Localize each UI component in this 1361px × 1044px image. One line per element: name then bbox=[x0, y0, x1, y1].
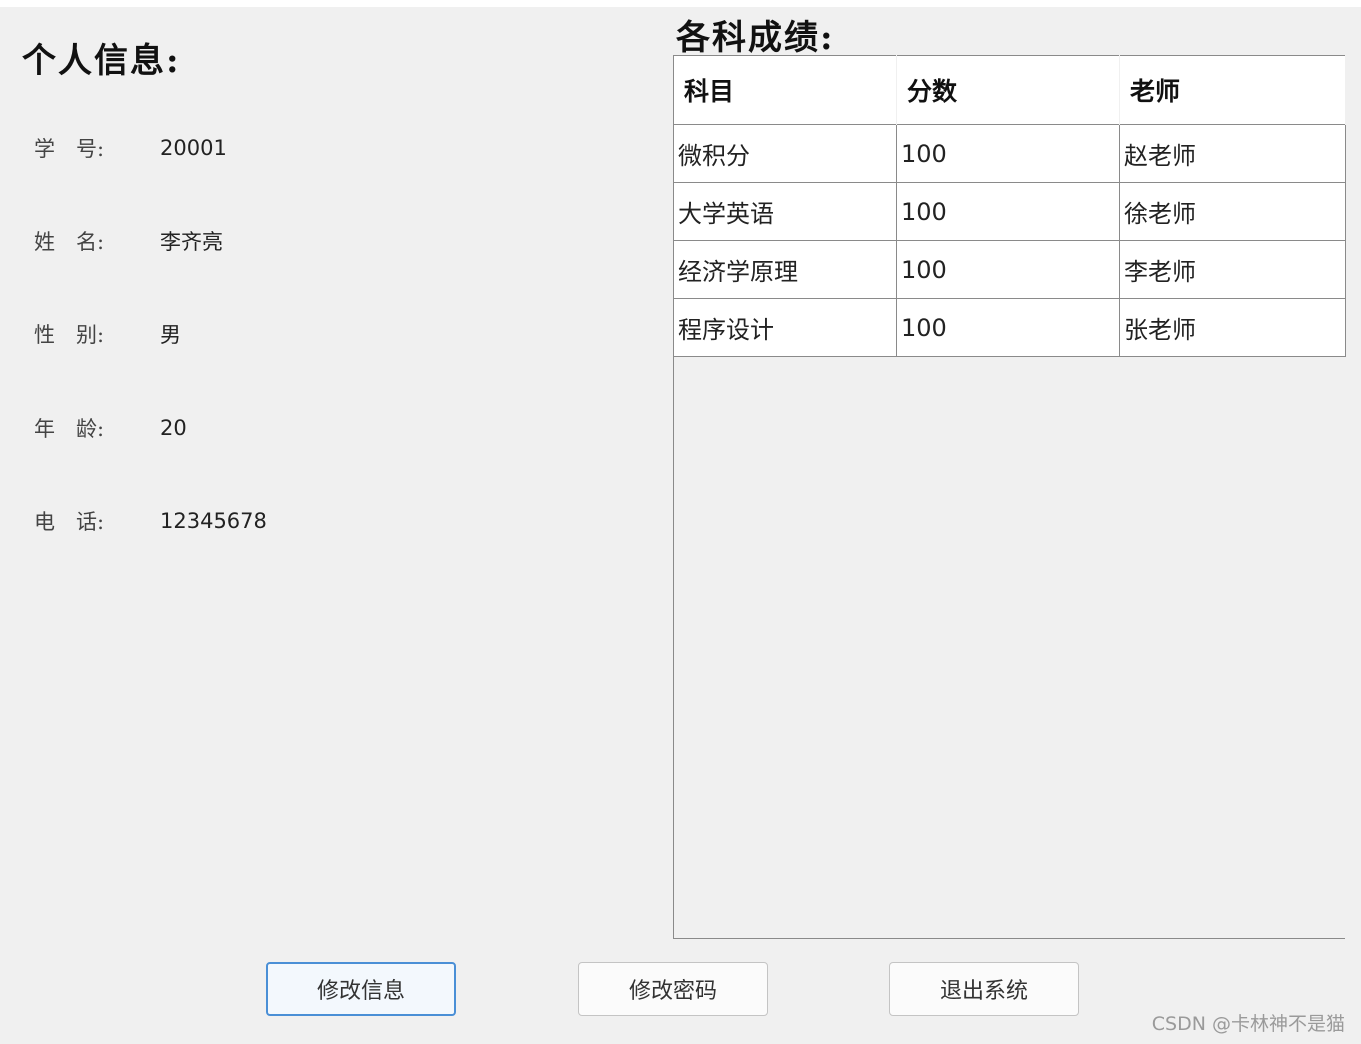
score-cell[interactable]: 100 bbox=[896, 124, 1120, 183]
score-cell[interactable]: 100 bbox=[896, 240, 1120, 299]
score-cell[interactable]: 100 bbox=[896, 182, 1120, 241]
age-row: 年 龄: 20 bbox=[34, 413, 187, 443]
name-value: 李齐亮 bbox=[160, 230, 223, 254]
main-window: 个人信息: 学 号: 20001 姓 名: 李齐亮 性 别: 男 年 龄: 20… bbox=[0, 7, 1361, 1044]
table-row[interactable]: 微积分 100 赵老师 bbox=[673, 124, 1346, 183]
table-row[interactable]: 经济学原理 100 李老师 bbox=[673, 240, 1346, 299]
grades-title: 各科成绩: bbox=[676, 18, 835, 58]
phone-value: 12345678 bbox=[160, 509, 267, 533]
phone-label: 电 话: bbox=[34, 510, 105, 534]
column-header-score[interactable]: 分数 bbox=[896, 55, 1120, 125]
teacher-cell[interactable]: 赵老师 bbox=[1119, 124, 1346, 183]
subject-cell[interactable]: 大学英语 bbox=[673, 182, 897, 241]
personal-info-title: 个人信息: bbox=[22, 41, 181, 81]
score-cell[interactable]: 100 bbox=[896, 298, 1120, 357]
student-id-row: 学 号: 20001 bbox=[34, 133, 227, 163]
grades-table: 科目 分数 老师 微积分 100 赵老师 大学英语 100 徐老师 经济学原理 bbox=[673, 55, 1346, 357]
grades-table-panel[interactable]: 科目 分数 老师 微积分 100 赵老师 大学英语 100 徐老师 经济学原理 bbox=[673, 55, 1346, 939]
gender-label: 性 别: bbox=[34, 323, 105, 347]
subject-cell[interactable]: 经济学原理 bbox=[673, 240, 897, 299]
age-label: 年 龄: bbox=[34, 417, 105, 441]
edit-info-button[interactable]: 修改信息 bbox=[266, 962, 456, 1016]
name-label: 姓 名: bbox=[34, 230, 105, 254]
watermark: CSDN @卡林神不是猫 bbox=[1151, 1013, 1345, 1035]
subject-cell[interactable]: 程序设计 bbox=[673, 298, 897, 357]
exit-system-button[interactable]: 退出系统 bbox=[889, 962, 1079, 1016]
column-header-teacher[interactable]: 老师 bbox=[1119, 55, 1346, 125]
table-row[interactable]: 大学英语 100 徐老师 bbox=[673, 182, 1346, 241]
grades-header-row: 科目 分数 老师 bbox=[673, 55, 1346, 125]
age-value: 20 bbox=[160, 416, 187, 440]
student-id-label: 学 号: bbox=[34, 137, 105, 161]
phone-row: 电 话: 12345678 bbox=[34, 506, 267, 536]
change-password-button[interactable]: 修改密码 bbox=[578, 962, 768, 1016]
table-row[interactable]: 程序设计 100 张老师 bbox=[673, 298, 1346, 357]
subject-cell[interactable]: 微积分 bbox=[673, 124, 897, 183]
gender-row: 性 别: 男 bbox=[34, 319, 181, 349]
teacher-cell[interactable]: 张老师 bbox=[1119, 298, 1346, 357]
teacher-cell[interactable]: 徐老师 bbox=[1119, 182, 1346, 241]
column-header-subject[interactable]: 科目 bbox=[673, 55, 897, 125]
name-row: 姓 名: 李齐亮 bbox=[34, 226, 223, 256]
teacher-cell[interactable]: 李老师 bbox=[1119, 240, 1346, 299]
gender-value: 男 bbox=[160, 323, 181, 347]
student-id-value: 20001 bbox=[160, 136, 227, 160]
